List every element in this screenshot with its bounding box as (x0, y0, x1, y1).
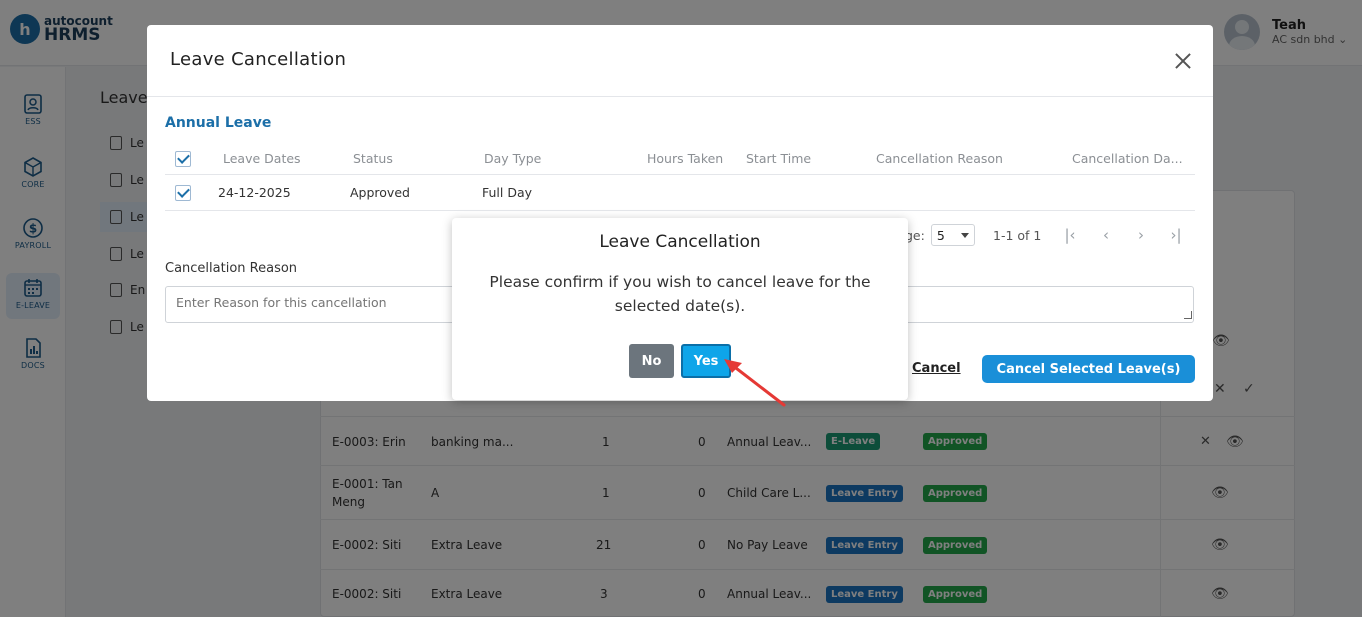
table-row[interactable]: 24-12-2025 Approved Full Day (165, 175, 1195, 211)
cancel-button[interactable]: Cancel (912, 361, 961, 376)
column-header: Start Time (746, 151, 812, 166)
rows-per-page: ge: 5 (905, 223, 975, 247)
prev-page-icon[interactable]: ‹ (1097, 225, 1115, 245)
column-header: Hours Taken (647, 151, 724, 166)
pointer-arrow-icon (724, 359, 786, 407)
row-checkbox[interactable] (175, 184, 191, 201)
confirm-message: Please confirm if you wish to cancel lea… (489, 273, 871, 315)
next-page-icon[interactable]: › (1132, 225, 1150, 245)
no-button[interactable]: No (629, 344, 674, 378)
caret-down-icon (960, 232, 969, 238)
leave-date-cell: 24-12-2025 (218, 185, 291, 200)
column-header: Leave Dates (223, 151, 301, 166)
last-page-icon[interactable]: ›| (1167, 225, 1185, 245)
resize-handle-icon[interactable] (1184, 311, 1192, 319)
cancellation-reason-label: Cancellation Reason (165, 261, 298, 276)
column-header: Cancellation Da... (1072, 151, 1183, 166)
rows-per-page-select[interactable]: 5 (930, 224, 975, 246)
section-title: Annual Leave (165, 115, 272, 131)
first-page-icon[interactable]: |‹ (1061, 225, 1079, 245)
cancellation-table-header: Leave Dates Status Day Type Hours Taken … (165, 143, 1195, 175)
confirm-title: Leave Cancellation (599, 232, 761, 252)
column-header: Cancellation Reason (876, 151, 1003, 166)
close-icon[interactable] (1174, 52, 1192, 70)
cancel-selected-leaves-button[interactable]: Cancel Selected Leave(s) (982, 355, 1195, 383)
select-all-checkbox[interactable] (175, 150, 191, 167)
confirm-dialog: Leave Cancellation Please confirm if you… (452, 218, 908, 400)
modal-title: Leave Cancellation (170, 49, 347, 70)
day-type-cell: Full Day (482, 185, 533, 200)
column-header: Status (353, 151, 393, 166)
column-header: Day Type (484, 151, 542, 166)
modal-header: Leave Cancellation (147, 25, 1213, 97)
pagination-range: 1-1 of 1 (993, 227, 1042, 243)
status-cell: Approved (350, 185, 410, 200)
